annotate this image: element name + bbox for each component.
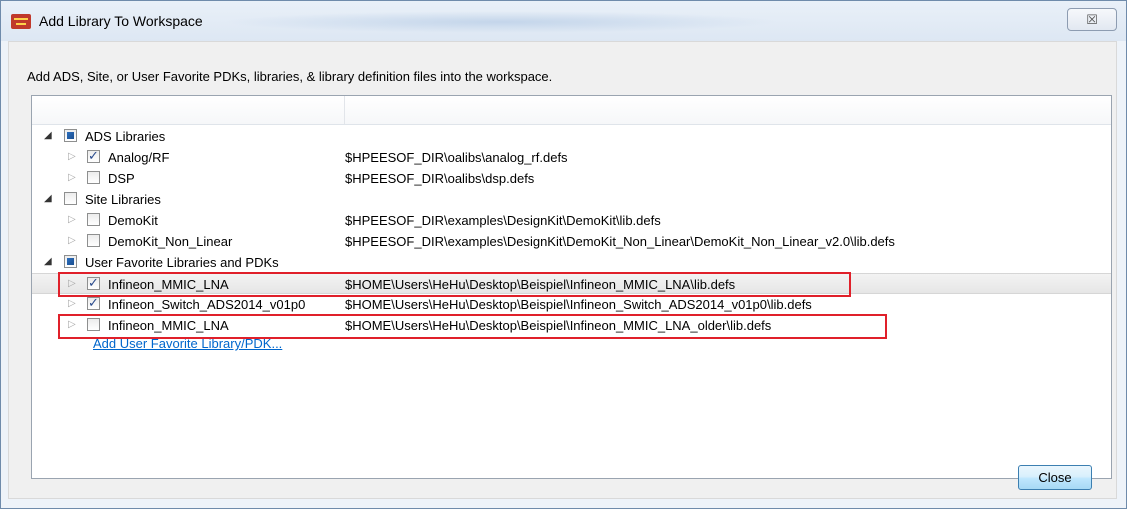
tree-row-user-favorites[interactable]: ◢ User Favorite Libraries and PDKs xyxy=(32,252,1111,273)
collapse-arrow-icon[interactable]: ◢ xyxy=(44,193,54,205)
tree-row-label: User Favorite Libraries and PDKs xyxy=(85,255,279,270)
tree-row-label: Site Libraries xyxy=(85,192,161,207)
tree-row-site-libraries[interactable]: ◢ Site Libraries xyxy=(32,189,1111,210)
tree-row-label: DemoKit_Non_Linear xyxy=(108,234,233,249)
expand-arrow-icon[interactable]: ▷ xyxy=(68,235,78,247)
demokit-non-linear-checkbox[interactable] xyxy=(87,234,100,247)
tree-row-analog-rf[interactable]: ▷ Analog/RF $HPEESOF_DIR\oalibs\analog_r… xyxy=(32,147,1111,168)
tree-row-label: ADS Libraries xyxy=(85,129,166,144)
tree-row-label: Infineon_Switch_ADS2014_v01p0 xyxy=(108,297,306,312)
library-path: $HOME\Users\HeHu\Desktop\Beispiel\Infine… xyxy=(345,297,812,312)
library-path: $HPEESOF_DIR\examples\DesignKit\DemoKit_… xyxy=(345,234,895,249)
window-close-icon[interactable]: ☒ xyxy=(1067,8,1117,31)
expand-arrow-icon[interactable]: ▷ xyxy=(68,172,78,184)
highlight-box xyxy=(58,272,851,297)
column-divider[interactable] xyxy=(344,96,345,124)
collapse-arrow-icon[interactable]: ◢ xyxy=(44,256,54,268)
site-libraries-checkbox[interactable] xyxy=(64,192,77,205)
title-bar-glow xyxy=(221,11,781,33)
library-tree[interactable]: ◢ ADS Libraries ▷ Analog/RF $HPEESOF_DIR… xyxy=(31,95,1112,479)
ads-app-icon xyxy=(11,14,31,29)
tree-row-ads-libraries[interactable]: ◢ ADS Libraries xyxy=(32,126,1111,147)
expand-arrow-icon[interactable]: ▷ xyxy=(68,298,78,310)
ads-libraries-checkbox[interactable] xyxy=(64,129,77,142)
expand-arrow-icon[interactable]: ▷ xyxy=(68,214,78,226)
analog-rf-checkbox[interactable] xyxy=(87,148,100,164)
infineon-switch-checkbox[interactable] xyxy=(87,295,100,311)
dialog-content: Add ADS, Site, or User Favorite PDKs, li… xyxy=(8,41,1117,499)
dsp-checkbox[interactable] xyxy=(87,171,100,184)
expand-arrow-icon[interactable]: ▷ xyxy=(68,151,78,163)
tree-row-label: DSP xyxy=(108,171,135,186)
add-library-dialog: Add Library To Workspace ☒ Add ADS, Site… xyxy=(0,0,1127,509)
tree-row-label: Analog/RF xyxy=(108,150,170,165)
window-title: Add Library To Workspace xyxy=(39,13,203,29)
library-path: $HPEESOF_DIR\oalibs\analog_rf.defs xyxy=(345,150,568,165)
highlight-box xyxy=(58,314,887,339)
tree-column-header xyxy=(32,96,1111,125)
collapse-arrow-icon[interactable]: ◢ xyxy=(44,130,54,142)
tree-row-label: DemoKit xyxy=(108,213,158,228)
tree-row-demokit-non-linear[interactable]: ▷ DemoKit_Non_Linear $HPEESOF_DIR\exampl… xyxy=(32,231,1111,252)
title-bar: Add Library To Workspace ☒ xyxy=(1,1,1126,41)
demokit-checkbox[interactable] xyxy=(87,213,100,226)
tree-row-demokit[interactable]: ▷ DemoKit $HPEESOF_DIR\examples\DesignKi… xyxy=(32,210,1111,231)
close-button[interactable]: Close xyxy=(1018,465,1092,490)
tree-row-dsp[interactable]: ▷ DSP $HPEESOF_DIR\oalibs\dsp.defs xyxy=(32,168,1111,189)
library-path: $HPEESOF_DIR\examples\DesignKit\DemoKit\… xyxy=(345,213,661,228)
tree-row-infineon-switch[interactable]: ▷ Infineon_Switch_ADS2014_v01p0 $HOME\Us… xyxy=(32,294,1111,315)
library-path: $HPEESOF_DIR\oalibs\dsp.defs xyxy=(345,171,535,186)
user-favorites-checkbox[interactable] xyxy=(64,255,77,268)
dialog-description: Add ADS, Site, or User Favorite PDKs, li… xyxy=(27,69,553,84)
